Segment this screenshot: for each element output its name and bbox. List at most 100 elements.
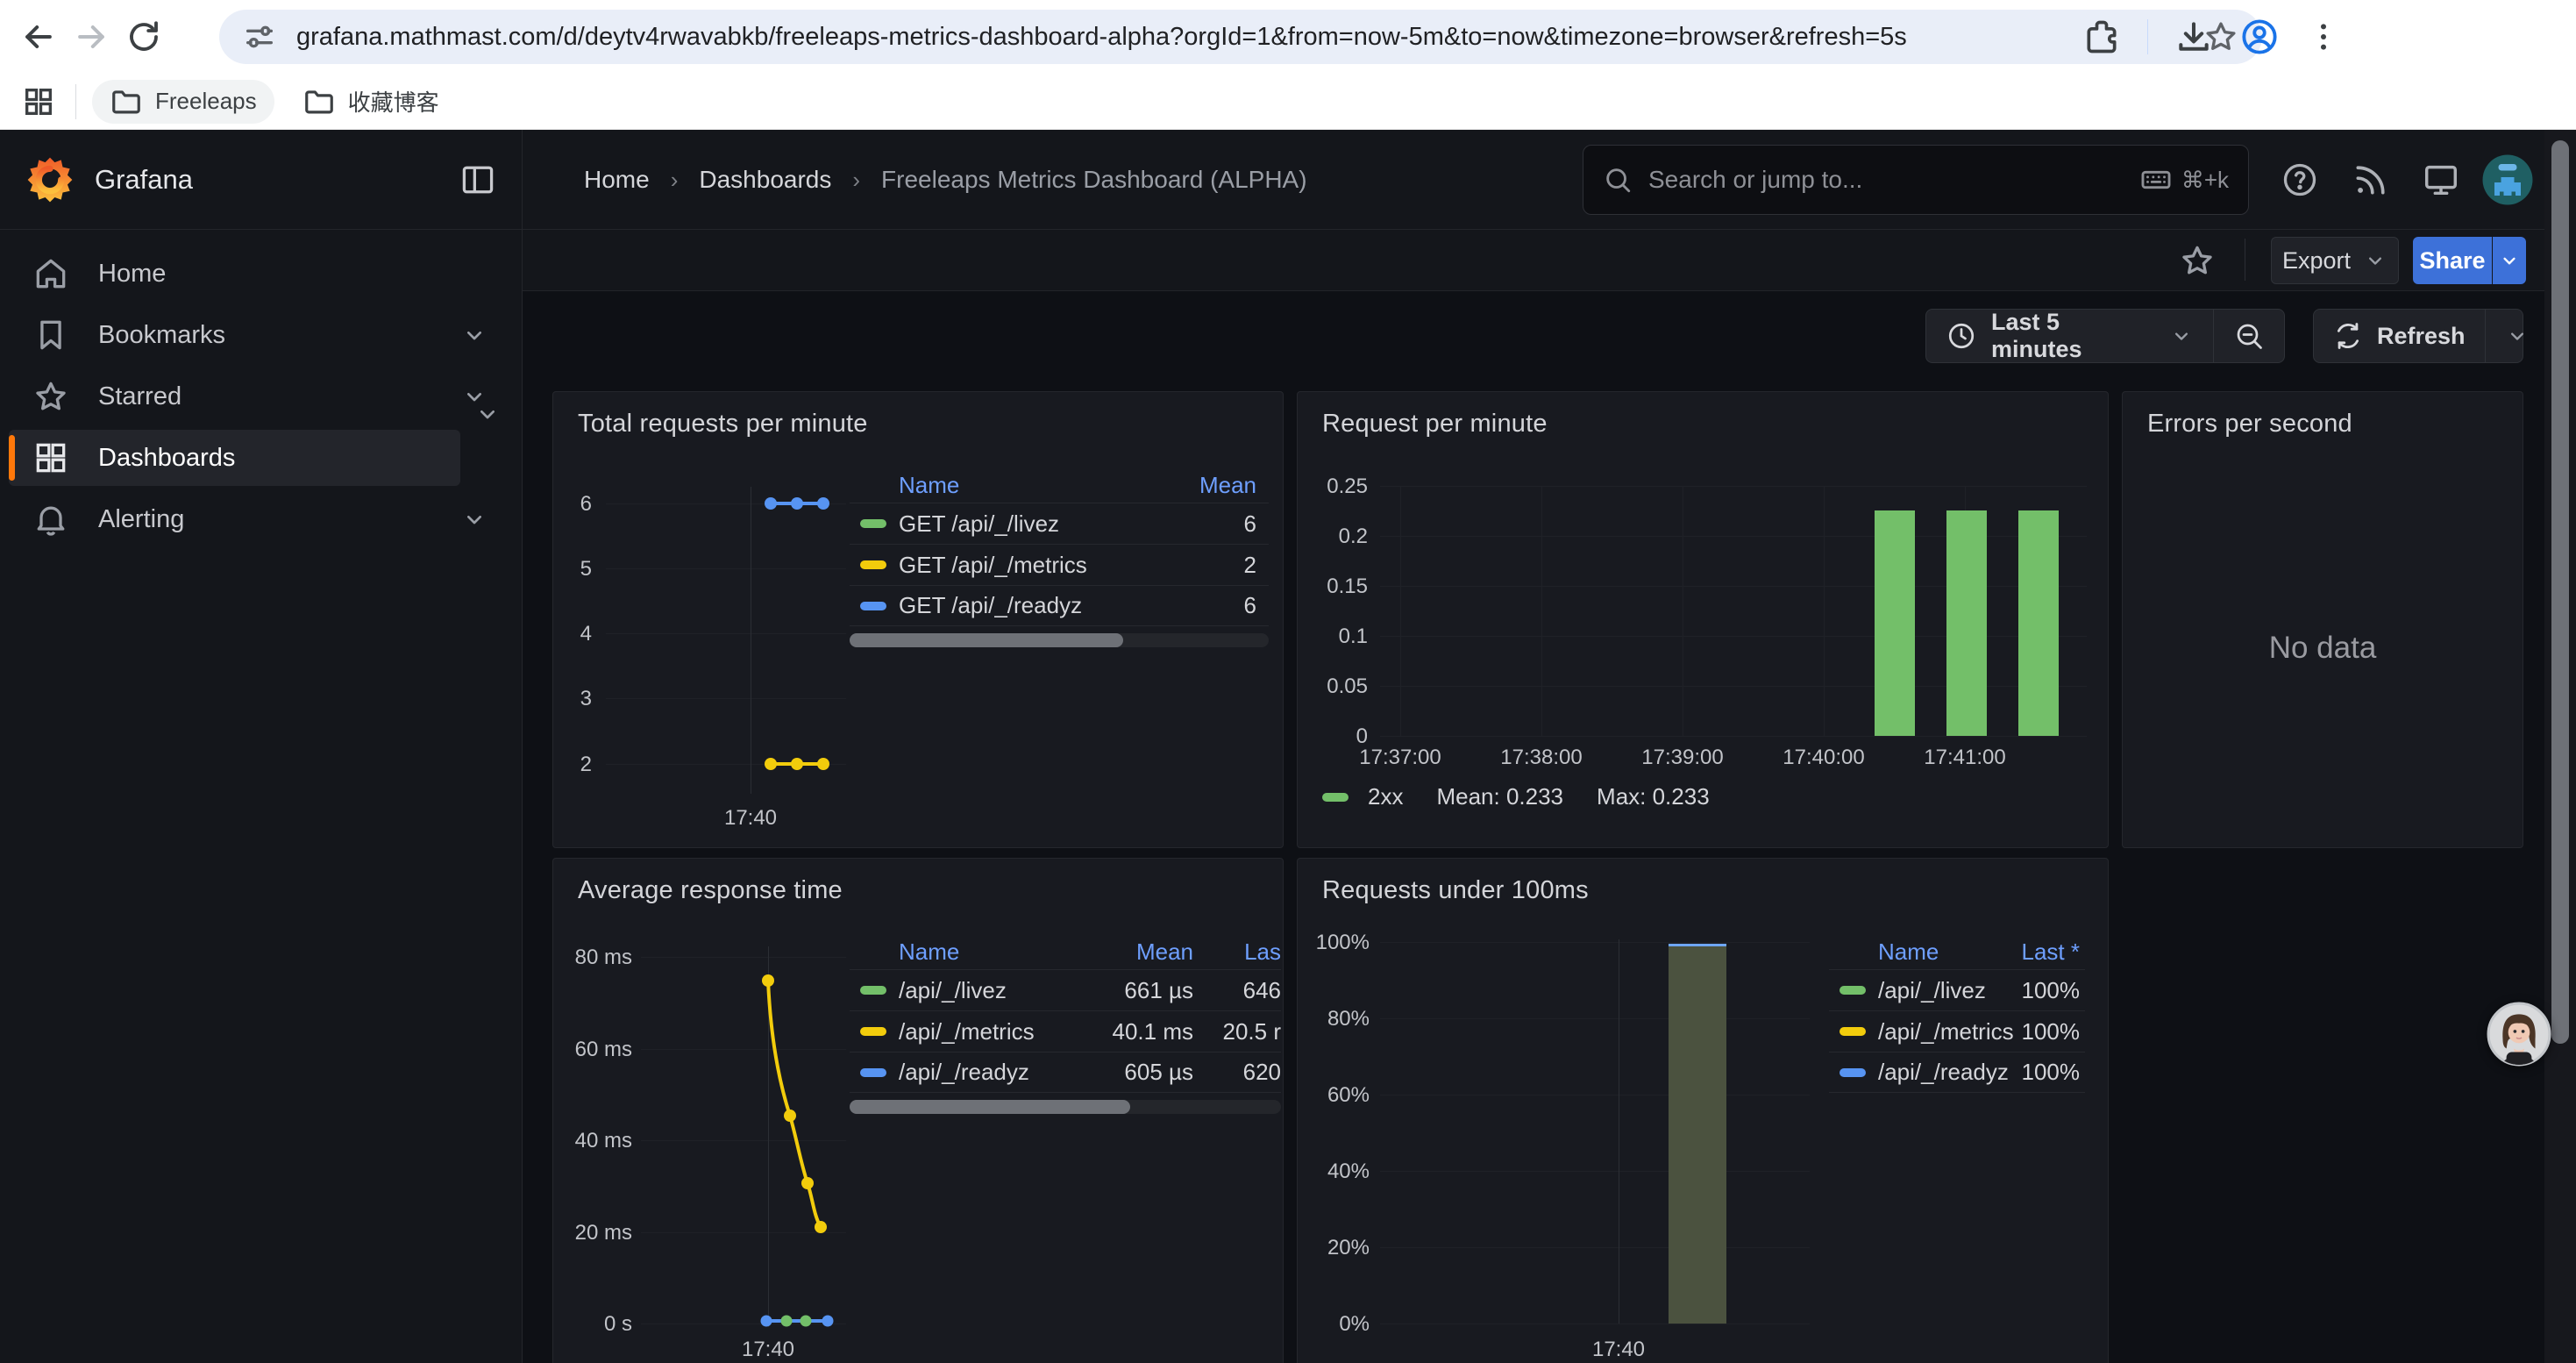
- x-tick: 17:38:00: [1480, 746, 1603, 770]
- panel-title[interactable]: Total requests per minute: [578, 410, 868, 439]
- time-range-picker[interactable]: Last 5 minutes: [1926, 310, 2213, 362]
- sidebar-item-bookmarks[interactable]: Bookmarks: [9, 307, 513, 363]
- x-tick: 17:40: [1583, 1338, 1654, 1362]
- chevron-down-icon: [2498, 249, 2521, 272]
- legend-row: /api/_/livez 100%: [1829, 969, 2085, 1010]
- zoom-out-button[interactable]: [2213, 310, 2284, 362]
- dock-sidebar-icon[interactable]: [459, 161, 497, 199]
- legend-series-name[interactable]: GET /api/_/metrics: [899, 552, 1244, 579]
- forward-button[interactable]: [65, 11, 117, 63]
- legend-series-name[interactable]: /api/_/livez: [1878, 977, 2022, 1004]
- news-rss-button[interactable]: [2343, 130, 2399, 230]
- y-tick: 0.25: [1298, 475, 1368, 499]
- refresh-controls: Refresh: [2313, 309, 2523, 363]
- x-tick: 17:37:00: [1339, 746, 1462, 770]
- y-tick: 3: [553, 687, 592, 711]
- legend-header-mean[interactable]: Mean: [1199, 472, 1256, 499]
- help-button[interactable]: [2272, 130, 2328, 230]
- legend-scrollbar[interactable]: [850, 1100, 1281, 1114]
- legend-series-name[interactable]: GET /api/_/livez: [899, 510, 1244, 538]
- legend-mean-value: 661 µs: [1088, 977, 1193, 1004]
- chevron-down-icon[interactable]: [460, 505, 488, 533]
- panel-total-requests: Total requests per minute 6 5 4 3 2 17:4…: [552, 391, 1284, 848]
- page-scrollbar-thumb[interactable]: [2551, 140, 2569, 1044]
- breadcrumb-dashboards[interactable]: Dashboards: [699, 166, 831, 194]
- search-placeholder: Search or jump to...: [1648, 166, 2139, 194]
- browser-toolbar: grafana.mathmast.com/d/deytv4rwavabkb/fr…: [0, 0, 2576, 74]
- legend-header: Name Last *: [1829, 934, 2085, 969]
- legend-header-name[interactable]: Name: [1878, 938, 2022, 966]
- y-tick: 0.2: [1298, 525, 1368, 549]
- url-text[interactable]: grafana.mathmast.com/d/deytv4rwavabkb/fr…: [296, 23, 2202, 52]
- chevron-down-icon[interactable]: [460, 321, 488, 349]
- refresh-button[interactable]: Refresh: [2314, 310, 2485, 362]
- sidebar-item-label: Dashboards: [98, 444, 460, 473]
- legend-series-name[interactable]: /api/_/metrics: [899, 1018, 1088, 1045]
- favorite-star-button[interactable]: [2178, 241, 2217, 280]
- profile-icon[interactable]: [2239, 17, 2280, 57]
- search-shortcut: ⌘+k: [2139, 163, 2229, 196]
- legend-header-mean[interactable]: Mean: [1088, 938, 1193, 966]
- breadcrumb-home[interactable]: Home: [584, 166, 650, 194]
- legend-series-name[interactable]: GET /api/_/readyz: [899, 592, 1244, 619]
- legend-row: /api/_/readyz 605 µs 620: [850, 1052, 1281, 1093]
- sidebar-item-starred[interactable]: Starred: [9, 368, 513, 425]
- legend-series-name[interactable]: /api/_/readyz: [1878, 1059, 2022, 1086]
- legend-header: Name Mean: [850, 467, 1269, 503]
- bookmark-freeleaps[interactable]: Freeleaps: [92, 80, 274, 124]
- panel-title[interactable]: Average response time: [578, 876, 843, 905]
- site-settings-icon[interactable]: [242, 19, 277, 54]
- bar-2xx: [1875, 510, 1915, 736]
- reload-button[interactable]: [117, 11, 170, 63]
- user-avatar[interactable]: [2480, 130, 2536, 230]
- export-button[interactable]: Export: [2271, 237, 2399, 284]
- gridline: [1380, 1171, 1810, 1172]
- sidebar-item-alerting[interactable]: Alerting: [9, 491, 513, 547]
- series-color-pill: [860, 1027, 886, 1036]
- page-scrollbar[interactable]: [2544, 130, 2576, 1363]
- x-tick: 17:40: [733, 1338, 803, 1362]
- kiosk-monitor-button[interactable]: [2413, 130, 2469, 230]
- share-button[interactable]: Share: [2413, 237, 2492, 284]
- grafana-topnav: Home › Dashboards › Freeleaps Metrics Da…: [523, 130, 2576, 230]
- legend-header-name[interactable]: Name: [899, 472, 1199, 499]
- sidebar-item-home[interactable]: Home: [9, 246, 513, 302]
- chevron-down-icon[interactable]: [473, 400, 502, 428]
- legend-scrollbar[interactable]: [850, 633, 1269, 647]
- refresh-interval-button[interactable]: [2485, 310, 2544, 362]
- url-bar[interactable]: grafana.mathmast.com/d/deytv4rwavabkb/fr…: [219, 10, 2262, 64]
- legend-series-name[interactable]: /api/_/readyz: [899, 1059, 1088, 1086]
- legend-header-last[interactable]: Las: [1193, 938, 1281, 966]
- back-button[interactable]: [12, 11, 65, 63]
- extensions-icon[interactable]: [2082, 18, 2121, 56]
- panel-title[interactable]: Requests under 100ms: [1322, 876, 1589, 905]
- downloads-icon[interactable]: [2174, 18, 2213, 56]
- share-menu-button[interactable]: [2493, 237, 2526, 284]
- legend-mean-value: 605 µs: [1088, 1059, 1193, 1086]
- grafana-logo[interactable]: [25, 154, 75, 205]
- x-tick: 17:39:00: [1621, 746, 1744, 770]
- floating-assistant-avatar[interactable]: [2487, 1002, 2551, 1067]
- legend-scrollbar-thumb[interactable]: [850, 633, 1123, 647]
- legend-series-name[interactable]: /api/_/metrics: [1878, 1018, 2022, 1045]
- apps-grid-icon[interactable]: [21, 84, 56, 119]
- data-point: [791, 758, 803, 770]
- legend-series-name[interactable]: 2xx: [1368, 783, 1403, 810]
- x-tick: 17:40: [715, 806, 786, 831]
- legend-last-value: 646: [1193, 977, 1281, 1004]
- bookmark-blogs[interactable]: 收藏博客: [285, 80, 457, 124]
- folder-icon: [302, 85, 336, 118]
- panel-title[interactable]: Errors per second: [2147, 410, 2352, 439]
- legend-row: GET /api/_/metrics 2: [850, 544, 1269, 585]
- search-input[interactable]: Search or jump to... ⌘+k: [1583, 145, 2249, 215]
- legend-scrollbar-thumb[interactable]: [850, 1100, 1130, 1114]
- user-avatar-image: [2481, 153, 2534, 206]
- menu-kebab-icon[interactable]: [2306, 19, 2341, 54]
- legend-series-name[interactable]: /api/_/livez: [899, 977, 1088, 1004]
- panel-title[interactable]: Request per minute: [1322, 410, 1548, 439]
- legend-header-last[interactable]: Last *: [2022, 938, 2081, 966]
- legend-header-name[interactable]: Name: [899, 938, 1088, 966]
- gridline: [1400, 486, 1401, 736]
- panel-avg-response-time: Average response time 80 ms 60 ms 40 ms …: [552, 858, 1284, 1363]
- sidebar-item-dashboards[interactable]: Dashboards: [9, 430, 460, 486]
